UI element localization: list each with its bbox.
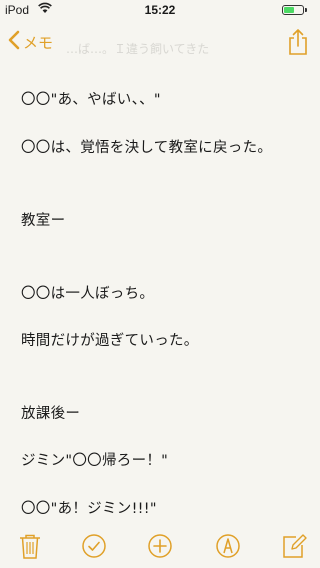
back-button[interactable]: メモ: [8, 30, 53, 54]
note-line: 時間だけが過ぎていった。: [21, 333, 199, 349]
add-button[interactable]: [146, 532, 174, 560]
back-label: メモ: [23, 33, 54, 52]
note-line: 教室ー: [21, 213, 66, 229]
note-line: ジミン"〇〇帰ろー！": [21, 453, 169, 469]
clock: 15:22: [144, 3, 176, 17]
share-button[interactable]: [288, 28, 308, 60]
checklist-icon: [80, 534, 108, 564]
note-line: 〇〇"あ、やばい、、": [21, 92, 161, 108]
compose-button[interactable]: [280, 532, 308, 560]
add-icon: [146, 534, 174, 564]
status-bar: iPod 15:22: [0, 0, 320, 20]
markup-button[interactable]: [214, 532, 242, 560]
markup-icon: [214, 534, 242, 564]
trash-icon: [16, 534, 44, 564]
battery-tip: [305, 8, 307, 12]
delete-button[interactable]: [16, 532, 44, 560]
bottom-toolbar: [0, 524, 320, 568]
note-line: 放課後ー: [21, 406, 81, 422]
battery-level: [284, 7, 294, 13]
share-icon: [288, 29, 308, 60]
chevron-left-icon: [8, 30, 23, 54]
battery-icon: [282, 5, 304, 15]
note-line: 〇〇は一人ぼっち。: [21, 286, 155, 302]
scrolled-text-fragment: …ば…。Ｉ違う飼いてきた: [66, 42, 210, 56]
compose-icon: [280, 534, 308, 564]
checklist-button[interactable]: [80, 532, 108, 560]
note-line: 〇〇は、覚悟を決して教室に戻った。: [21, 140, 273, 156]
note-line: 〇〇"あ！ジミン!!!": [21, 501, 157, 517]
